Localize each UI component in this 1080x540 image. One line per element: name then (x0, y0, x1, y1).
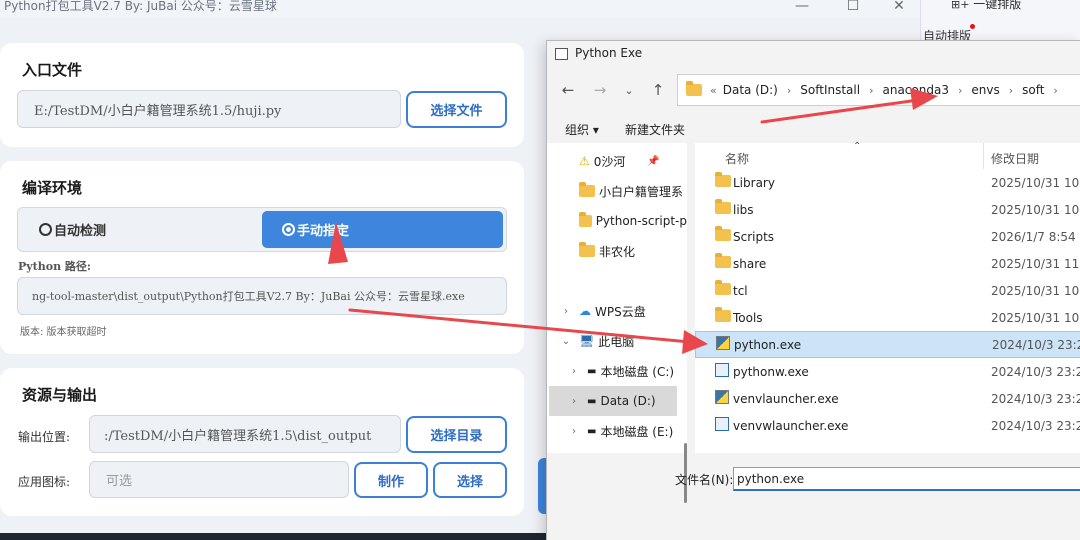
annotation-arrows (328, 88, 938, 354)
arrowhead (328, 222, 348, 264)
arrowhead (910, 88, 938, 110)
arrow-to-breadcrumb (760, 98, 920, 124)
arrowhead (682, 330, 708, 354)
arrow-to-python-exe (348, 308, 692, 344)
